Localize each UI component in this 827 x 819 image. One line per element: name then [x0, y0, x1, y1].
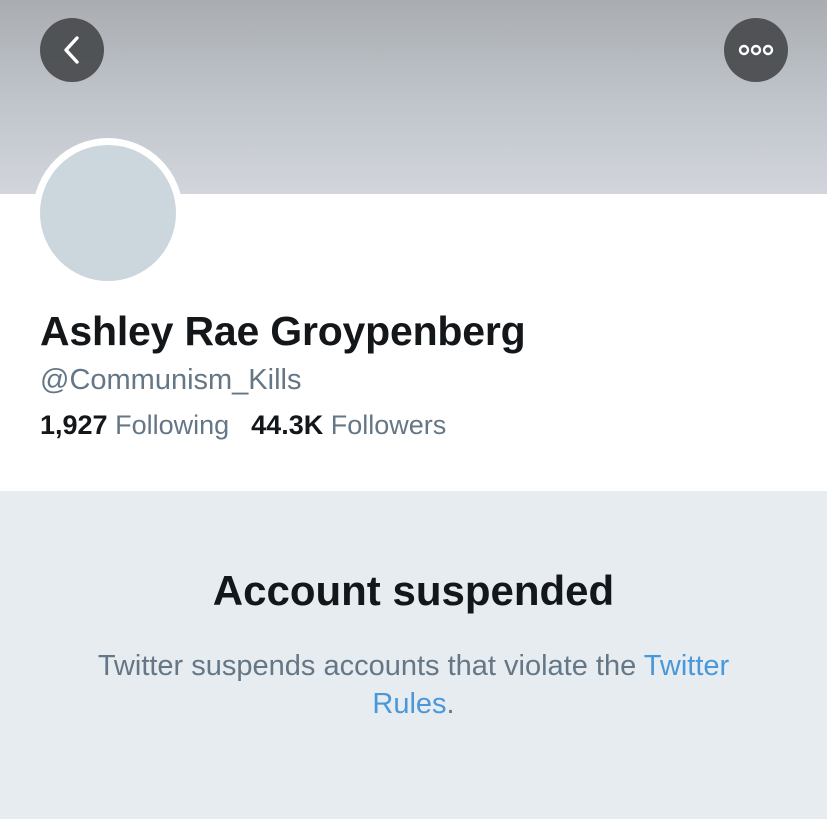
suspension-message-text: Twitter suspends accounts that violate t…	[97, 650, 637, 682]
suspension-message: Twitter suspends accounts that violate t…	[80, 647, 747, 723]
profile-display-name: Ashley Rae Groypenberg	[40, 308, 526, 354]
profile-stats: 1,927 Following 44.3K Followers	[40, 410, 446, 441]
ellipsis-icon	[738, 44, 774, 56]
followers-stat[interactable]: 44.3K Followers	[251, 410, 446, 441]
followers-label: Followers	[330, 410, 447, 440]
profile-handle: @Communism_Kills	[40, 364, 302, 396]
following-label: Following	[115, 410, 230, 440]
following-stat[interactable]: 1,927 Following	[40, 410, 229, 441]
avatar[interactable]	[40, 145, 176, 281]
chevron-left-icon	[64, 36, 79, 64]
back-button[interactable]	[40, 18, 104, 82]
suspension-title: Account suspended	[212, 567, 615, 614]
avatar-frame	[33, 138, 183, 288]
followers-count: 44.3K	[251, 410, 324, 440]
following-count: 1,927	[40, 410, 108, 440]
more-options-button[interactable]	[724, 18, 788, 82]
suspension-notice: Account suspended Twitter suspends accou…	[0, 491, 827, 819]
suspension-message-period: .	[446, 688, 455, 720]
